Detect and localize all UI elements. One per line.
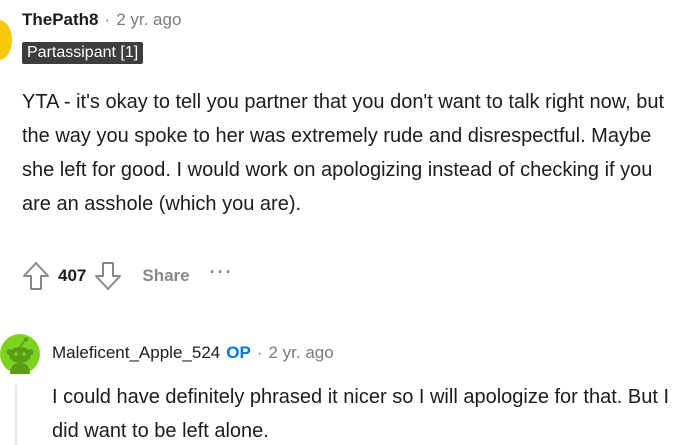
comment-body: YTA - it's okay to tell you partner that…: [22, 91, 665, 215]
thread-line[interactable]: [15, 385, 17, 445]
arrow-down-outline-icon: [95, 262, 122, 290]
arrow-up-outline-icon: [23, 262, 49, 290]
reply-body: I could have definitely phrased it nicer…: [52, 386, 670, 442]
reply-timestamp[interactable]: 2 yr. ago: [268, 343, 333, 363]
user-flair: Partassipant [1]: [22, 42, 144, 64]
upvote-button[interactable]: [20, 258, 52, 294]
user-avatar[interactable]: [0, 20, 12, 60]
comment-thread: ThePath8 · 2 yr. ago Partassipant [1] YT…: [0, 0, 700, 445]
share-button[interactable]: Share: [142, 266, 189, 286]
downvote-button[interactable]: [92, 258, 124, 294]
comment-actions: 407 Share ···: [20, 258, 234, 294]
meta-separator: ·: [256, 343, 263, 362]
snoo-avatar-icon[interactable]: [0, 334, 40, 374]
reply-header: Maleficent_Apple_524 OP · 2 yr. ago: [52, 343, 334, 363]
op-badge: OP: [226, 343, 251, 362]
meta-separator: ·: [104, 10, 111, 29]
vote-score: 407: [58, 266, 87, 285]
more-options-button[interactable]: ···: [210, 262, 234, 283]
reply-author[interactable]: Maleficent_Apple_524: [52, 343, 220, 363]
comment-author[interactable]: ThePath8: [22, 10, 99, 30]
comment-timestamp[interactable]: 2 yr. ago: [116, 10, 181, 30]
comment-header: ThePath8 · 2 yr. ago: [22, 10, 181, 30]
